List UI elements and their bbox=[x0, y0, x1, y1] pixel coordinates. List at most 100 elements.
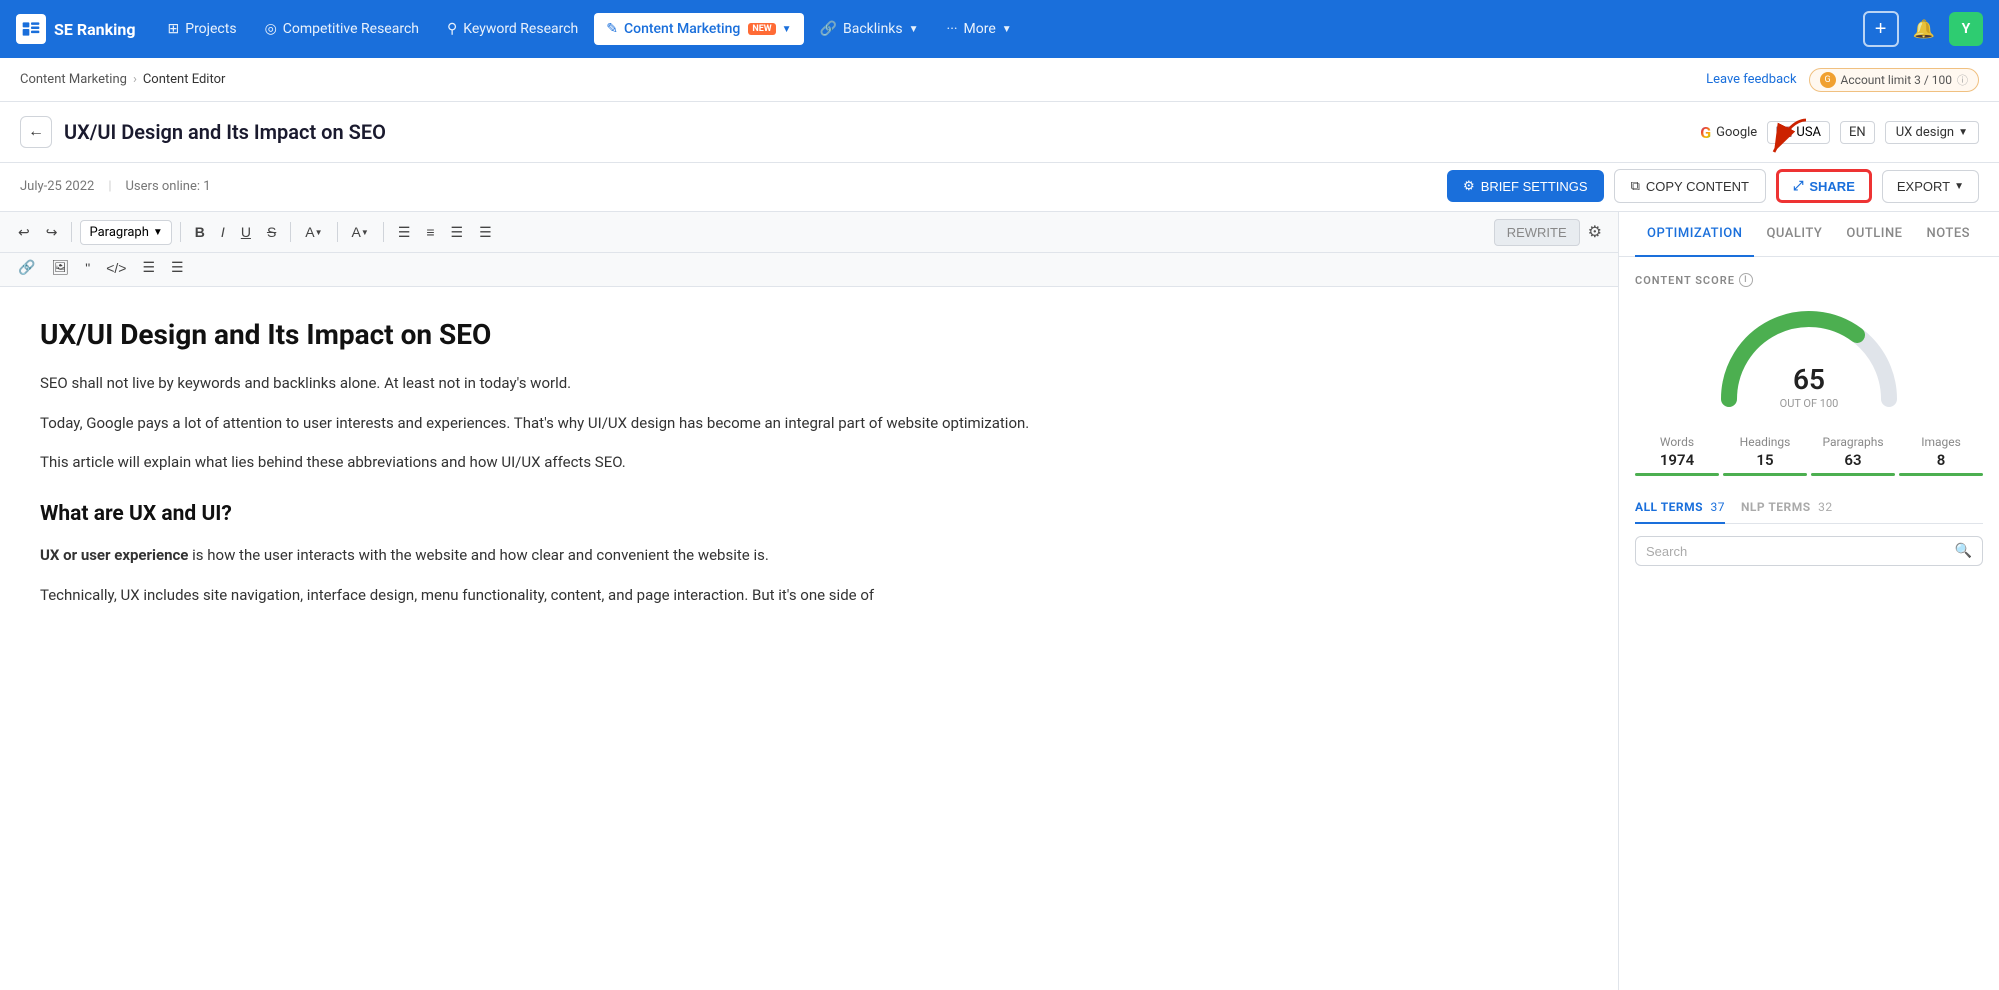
text-color-button[interactable]: A▼ bbox=[346, 220, 375, 244]
notification-bell-icon[interactable]: 🔔 bbox=[1907, 13, 1941, 46]
info-icon[interactable]: i bbox=[1739, 273, 1753, 287]
keyword-dropdown[interactable]: UX design ▼ bbox=[1885, 121, 1979, 144]
copy-content-button[interactable]: ⧉ COPY CONTENT bbox=[1614, 169, 1766, 203]
terms-tab-nlp[interactable]: NLP TERMS 32 bbox=[1741, 492, 1833, 524]
back-button[interactable]: ← bbox=[20, 116, 52, 148]
terms-tab-all[interactable]: ALL TERMS 37 bbox=[1635, 492, 1725, 524]
country-selector[interactable]: 🇺🇸 USA bbox=[1767, 121, 1830, 144]
numbered-list-button[interactable]: ☰ bbox=[165, 255, 190, 280]
toolbar-separator bbox=[290, 222, 291, 242]
nav-right-controls: + 🔔 Y bbox=[1863, 11, 1983, 47]
breadcrumb: Content Marketing › Content Editor bbox=[20, 72, 225, 87]
flag-icon: 🇺🇸 bbox=[1776, 125, 1792, 140]
panel-tabs: OPTIMIZATION QUALITY OUTLINE NOTES bbox=[1619, 212, 1999, 257]
google-badge: G Google bbox=[1700, 123, 1757, 142]
panel-content: CONTENT SCORE i 65 OUT OF 100 Words bbox=[1619, 257, 1999, 990]
terms-search-input[interactable] bbox=[1646, 544, 1949, 559]
nav-backlinks[interactable]: 🔗 Backlinks ▼ bbox=[808, 13, 931, 45]
title-bar: ← UX/UI Design and Its Impact on SEO G G… bbox=[0, 102, 1999, 163]
editor-toolbar-row2: 🔗 🖼 " </> ☰ ☰ bbox=[0, 253, 1618, 287]
nav-projects[interactable]: ⊞ Projects bbox=[156, 13, 249, 45]
images-bar bbox=[1899, 473, 1983, 476]
chevron-down-icon: ▼ bbox=[782, 24, 792, 35]
meta-bar: July-25 2022 | Users online: 1 ⚙ BRIEF S… bbox=[0, 163, 1999, 212]
terms-tabs: ALL TERMS 37 NLP TERMS 32 bbox=[1635, 492, 1983, 524]
chevron-down-icon: ▼ bbox=[153, 227, 163, 238]
export-button[interactable]: EXPORT ▼ bbox=[1882, 170, 1979, 203]
words-bar bbox=[1635, 473, 1719, 476]
document-date: July-25 2022 bbox=[20, 179, 94, 194]
content-score-label: CONTENT SCORE i bbox=[1635, 273, 1983, 287]
more-icon: ··· bbox=[947, 21, 958, 37]
content-icon: ✎ bbox=[606, 21, 618, 37]
brief-settings-button[interactable]: ⚙ BRIEF SETTINGS bbox=[1447, 170, 1604, 202]
chevron-down-icon: ▼ bbox=[909, 24, 919, 35]
nav-more[interactable]: ··· More ▼ bbox=[935, 13, 1024, 45]
nav-keyword[interactable]: ⚲ Keyword Research bbox=[435, 13, 590, 45]
redo-button[interactable]: ↪ bbox=[40, 220, 64, 245]
nav-content-marketing[interactable]: ✎ Content Marketing NEW ▼ bbox=[594, 13, 803, 45]
tab-outline[interactable]: OUTLINE bbox=[1834, 212, 1914, 257]
image-button[interactable]: 🖼 bbox=[45, 255, 75, 280]
stat-headings: Headings 15 bbox=[1723, 435, 1807, 476]
main-content: ↩ ↪ Paragraph ▼ B I U S A▼ A▼ ☰ ≡ ☰ ☰ RE… bbox=[0, 212, 1999, 990]
bold-button[interactable]: B bbox=[189, 220, 211, 244]
headings-bar bbox=[1723, 473, 1807, 476]
paragraphs-bar bbox=[1811, 473, 1895, 476]
add-button[interactable]: + bbox=[1863, 11, 1899, 47]
paragraph-style-selector[interactable]: Paragraph ▼ bbox=[80, 220, 171, 245]
align-justify-button[interactable]: ☰ bbox=[473, 220, 498, 245]
settings-gear-icon: ⚙ bbox=[1463, 178, 1475, 194]
logo-icon bbox=[16, 14, 46, 44]
align-left-button[interactable]: ☰ bbox=[392, 220, 417, 245]
content-p3: This article will explain what lies behi… bbox=[40, 450, 1578, 476]
sliders-icon[interactable]: ⚙ bbox=[1584, 218, 1606, 246]
account-limit-text: Account limit 3 / 100 bbox=[1841, 73, 1952, 87]
stat-images: Images 8 bbox=[1899, 435, 1983, 476]
align-right-button[interactable]: ☰ bbox=[445, 220, 470, 245]
page-title: UX/UI Design and Its Impact on SEO bbox=[64, 120, 386, 144]
chevron-down-icon: ▼ bbox=[1954, 181, 1964, 192]
leave-feedback-link[interactable]: Leave feedback bbox=[1706, 72, 1796, 87]
breadcrumb-bar: Content Marketing › Content Editor Leave… bbox=[0, 58, 1999, 102]
strikethrough-button[interactable]: S bbox=[261, 220, 282, 244]
content-h1: UX/UI Design and Its Impact on SEO bbox=[40, 317, 1578, 353]
bullet-list-button[interactable]: ☰ bbox=[136, 255, 161, 280]
language-badge[interactable]: EN bbox=[1840, 121, 1875, 144]
undo-button[interactable]: ↩ bbox=[12, 220, 36, 245]
breadcrumb-actions: Leave feedback G Account limit 3 / 100 ⓘ bbox=[1706, 68, 1979, 92]
highlight-button[interactable]: A▼ bbox=[299, 220, 328, 244]
stat-words: Words 1974 bbox=[1635, 435, 1719, 476]
top-navigation: SE Ranking ⊞ Projects ◎ Competitive Rese… bbox=[0, 0, 1999, 58]
bold-text: UX or user experience bbox=[40, 546, 188, 564]
terms-search-box[interactable]: 🔍 bbox=[1635, 536, 1983, 566]
app-logo[interactable]: SE Ranking bbox=[16, 14, 136, 44]
editor-content[interactable]: UX/UI Design and Its Impact on SEO SEO s… bbox=[0, 287, 1618, 990]
user-avatar[interactable]: Y bbox=[1949, 12, 1983, 46]
code-button[interactable]: </> bbox=[100, 256, 132, 280]
account-limit-badge: G Account limit 3 / 100 ⓘ bbox=[1809, 68, 1979, 92]
share-container: ⤢ SHARE bbox=[1776, 169, 1872, 203]
link-button[interactable]: 🔗 bbox=[12, 255, 41, 280]
content-p2: Today, Google pays a lot of attention to… bbox=[40, 411, 1578, 437]
quote-button[interactable]: " bbox=[79, 256, 96, 280]
regular-text: is how the user interacts with the websi… bbox=[188, 546, 768, 564]
align-center-button[interactable]: ≡ bbox=[420, 220, 440, 244]
editor-toolbar: ↩ ↪ Paragraph ▼ B I U S A▼ A▼ ☰ ≡ ☰ ☰ RE… bbox=[0, 212, 1618, 253]
tab-quality[interactable]: QUALITY bbox=[1754, 212, 1834, 257]
backlinks-icon: 🔗 bbox=[820, 21, 837, 37]
underline-button[interactable]: U bbox=[235, 220, 257, 244]
tab-notes[interactable]: NOTES bbox=[1915, 212, 1983, 257]
italic-button[interactable]: I bbox=[215, 220, 231, 244]
new-badge: NEW bbox=[748, 23, 775, 35]
google-icon: G bbox=[1700, 123, 1711, 142]
share-button[interactable]: ⤢ SHARE bbox=[1776, 169, 1872, 203]
meta-divider: | bbox=[108, 179, 111, 194]
nav-competitive[interactable]: ◎ Competitive Research bbox=[253, 13, 431, 45]
tab-optimization[interactable]: OPTIMIZATION bbox=[1635, 212, 1754, 257]
right-panel: OPTIMIZATION QUALITY OUTLINE NOTES CONTE… bbox=[1619, 212, 1999, 990]
editor-area: ↩ ↪ Paragraph ▼ B I U S A▼ A▼ ☰ ≡ ☰ ☰ RE… bbox=[0, 212, 1619, 990]
app-name: SE Ranking bbox=[54, 20, 136, 39]
chevron-down-icon: ▼ bbox=[1958, 127, 1968, 138]
breadcrumb-parent[interactable]: Content Marketing bbox=[20, 72, 127, 87]
